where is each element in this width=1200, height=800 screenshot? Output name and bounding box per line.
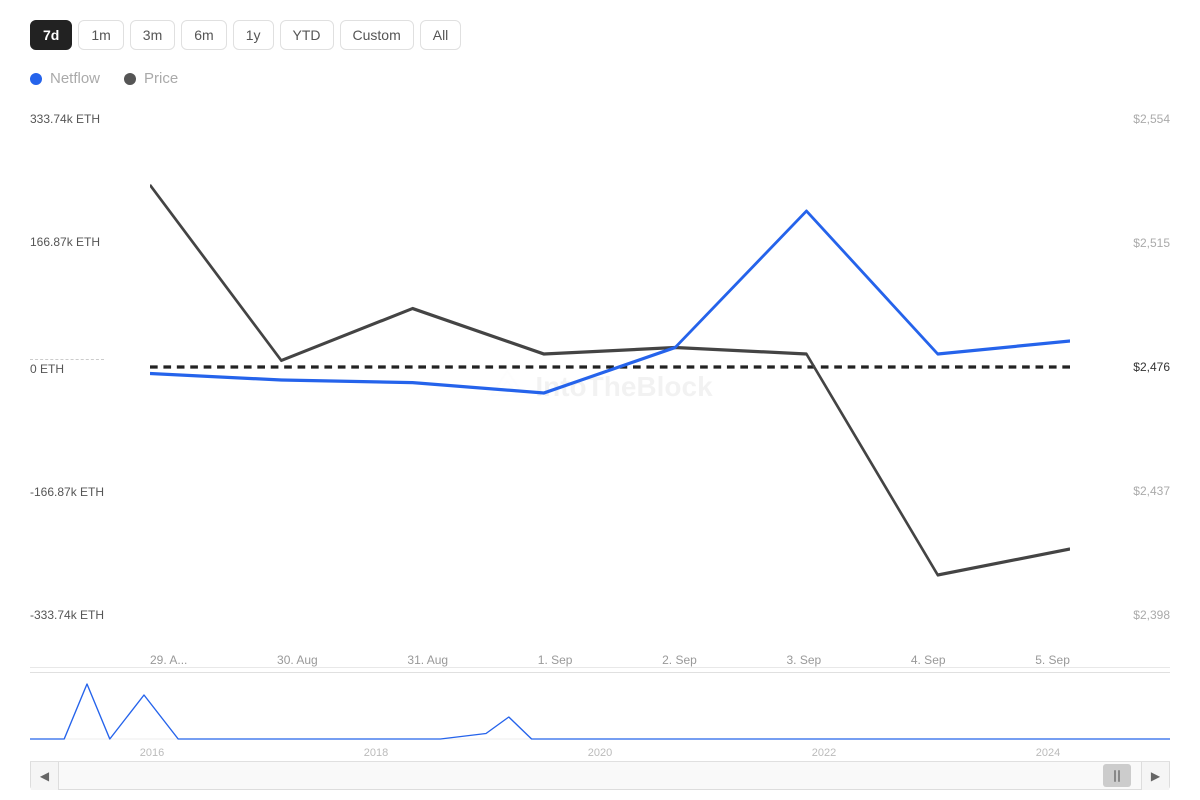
x-label-1: 30. Aug	[277, 653, 318, 667]
netflow-dot	[30, 73, 42, 85]
scroll-left-button[interactable]: ◀	[31, 762, 59, 790]
mini-year-2022: 2022	[812, 747, 836, 759]
scroll-handle-grip	[1114, 770, 1120, 782]
y-right-label-4: $2,398	[1133, 608, 1170, 622]
mini-years: 2016 2018 2020 2022 2024	[30, 747, 1170, 759]
y-right-label-2: $2,476	[1133, 360, 1170, 374]
mini-chart: 2016 2018 2020 2022 2024	[30, 672, 1170, 762]
y-axis-right: $2,554 $2,515 $2,476 $2,437 $2,398	[1133, 107, 1170, 627]
y-left-label-3: -166.87k ETH	[30, 485, 104, 499]
mini-year-2018: 2018	[364, 747, 388, 759]
x-label-3: 1. Sep	[538, 653, 573, 667]
scroll-track[interactable]	[59, 762, 1141, 789]
y-right-label-3: $2,437	[1133, 484, 1170, 498]
time-btn-1y[interactable]: 1y	[233, 20, 274, 50]
scroll-handle[interactable]	[1103, 764, 1131, 787]
time-btn-7d[interactable]: 7d	[30, 20, 72, 50]
chart-svg	[150, 107, 1070, 627]
x-label-4: 2. Sep	[662, 653, 697, 667]
x-label-6: 4. Sep	[911, 653, 946, 667]
time-btn-ytd[interactable]: YTD	[280, 20, 334, 50]
legend-price: Price	[124, 70, 178, 87]
chart-svg-area	[150, 107, 1070, 627]
x-axis: 29. A... 30. Aug 31. Aug 1. Sep 2. Sep 3. Sep…	[30, 645, 1170, 667]
x-label-5: 3. Sep	[786, 653, 821, 667]
y-left-label-2: 0 ETH	[30, 359, 104, 376]
page-container: 7d1m3m6m1yYTDCustomAll Netflow Price 333…	[0, 0, 1200, 800]
time-btn-6m[interactable]: 6m	[181, 20, 226, 50]
x-label-7: 5. Sep	[1035, 653, 1070, 667]
y-right-label-1: $2,515	[1133, 236, 1170, 250]
time-btn-3m[interactable]: 3m	[130, 20, 175, 50]
price-dot	[124, 73, 136, 85]
y-left-label-1: 166.87k ETH	[30, 235, 104, 249]
time-range-bar: 7d1m3m6m1yYTDCustomAll	[30, 20, 1170, 50]
legend-netflow: Netflow	[30, 70, 100, 87]
price-label: Price	[144, 70, 178, 87]
mini-year-2016: 2016	[140, 747, 164, 759]
y-left-label-4: -333.74k ETH	[30, 608, 104, 622]
x-label-0: 29. A...	[150, 653, 187, 667]
time-btn-1m[interactable]: 1m	[78, 20, 123, 50]
main-chart: 333.74k ETH 166.87k ETH 0 ETH -166.87k ETH -…	[30, 107, 1170, 668]
netflow-label: Netflow	[50, 70, 100, 87]
time-btn-all[interactable]: All	[420, 20, 462, 50]
scroll-right-button[interactable]: ▶	[1141, 762, 1169, 790]
time-btn-custom[interactable]: Custom	[340, 20, 414, 50]
scrollbar[interactable]: ◀ ▶	[30, 762, 1170, 790]
mini-year-2020: 2020	[588, 747, 612, 759]
mini-year-2024: 2024	[1036, 747, 1060, 759]
y-left-label-0: 333.74k ETH	[30, 112, 104, 126]
chart-legend: Netflow Price	[30, 70, 1170, 87]
x-label-2: 31. Aug	[407, 653, 448, 667]
y-right-label-0: $2,554	[1133, 112, 1170, 126]
y-axis-left: 333.74k ETH 166.87k ETH 0 ETH -166.87k ETH -…	[30, 107, 104, 627]
